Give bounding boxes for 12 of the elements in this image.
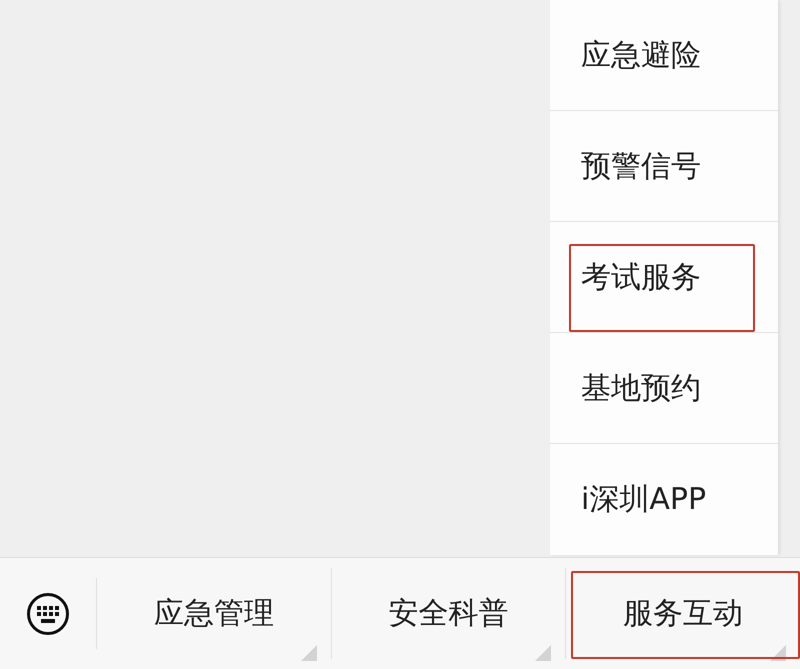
submenu-item[interactable]: 考试服务 bbox=[550, 222, 778, 333]
corner-triangle-icon bbox=[535, 645, 552, 661]
corner-triangle-icon bbox=[300, 645, 317, 661]
keyboard-icon[interactable] bbox=[26, 592, 70, 636]
submenu-item[interactable]: 预警信号 bbox=[550, 111, 778, 222]
submenu-item[interactable]: 基地预约 bbox=[550, 333, 778, 444]
corner-triangle-icon bbox=[770, 645, 786, 661]
submenu-item[interactable]: i深圳APP bbox=[550, 444, 778, 555]
menu-tab[interactable]: 服务互动 bbox=[566, 568, 800, 659]
submenu-item[interactable]: 应急避险 bbox=[550, 0, 778, 111]
menu-tab[interactable]: 安全科普 bbox=[332, 568, 566, 659]
menu-tab[interactable]: 应急管理 bbox=[97, 568, 332, 659]
